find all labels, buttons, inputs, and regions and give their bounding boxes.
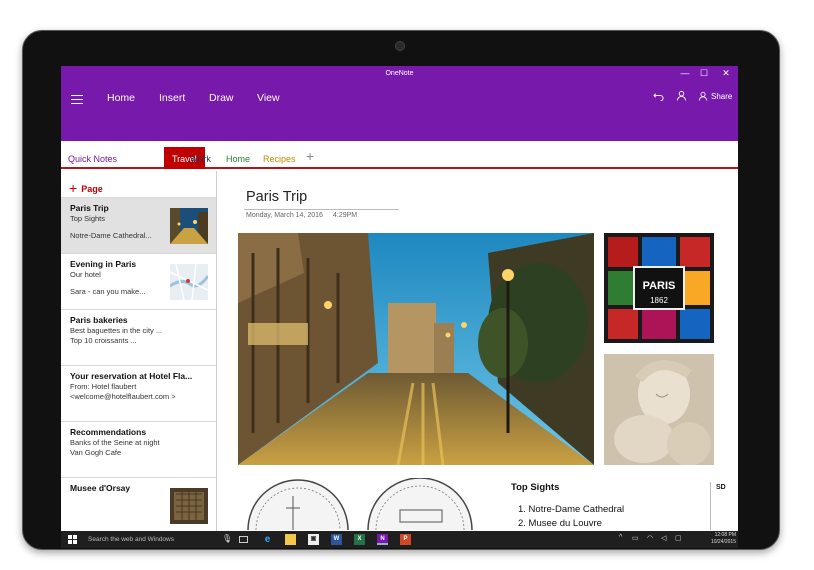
store-icon[interactable]: ▣ xyxy=(308,534,319,545)
hamburger-menu-icon[interactable] xyxy=(71,95,83,107)
page-list: + Page Paris Trip Top Sights Notre-Dame C… xyxy=(61,171,217,531)
close-button[interactable]: ✕ xyxy=(719,68,733,79)
title-bar: OneNote — ☐ ✕ Home Insert Draw View Shar… xyxy=(61,66,738,141)
add-page-label: Page xyxy=(81,184,103,194)
page-item-preview: Van Gogh Cafe xyxy=(70,448,122,457)
page-thumbnail xyxy=(170,208,208,244)
top-sights-heading[interactable]: Top Sights xyxy=(511,482,559,493)
tablet-device: OneNote — ☐ ✕ Home Insert Draw View Shar… xyxy=(22,30,780,550)
microphone-icon[interactable]: 🎙 xyxy=(222,534,232,543)
powerpoint-icon[interactable]: P xyxy=(400,534,411,545)
task-view-icon[interactable] xyxy=(239,536,248,543)
file-explorer-icon[interactable] xyxy=(285,534,296,545)
page-item-title: Recommendations xyxy=(70,427,147,437)
plus-icon: + xyxy=(69,180,78,196)
excel-icon[interactable]: X xyxy=(354,534,365,545)
camera-lens xyxy=(395,41,405,51)
word-icon[interactable]: W xyxy=(331,534,342,545)
page-item-paris-trip[interactable]: Paris Trip Top Sights Notre-Dame Cathedr… xyxy=(61,197,216,253)
page-item-evening-in-paris[interactable]: Evening in Paris Our hotel Sara - can yo… xyxy=(61,253,216,309)
page-date: Monday, March 14, 2016 xyxy=(246,212,323,219)
show-hidden-icons-icon[interactable]: ^ xyxy=(619,534,622,541)
taskbar-search-box[interactable]: Search the web and Windows xyxy=(88,536,174,543)
map-thumbnail xyxy=(170,264,208,300)
add-section-button[interactable]: + xyxy=(306,148,314,164)
undo-icon[interactable] xyxy=(653,90,664,104)
clock-time: 12:08 PM xyxy=(714,532,736,538)
side-note-label[interactable]: SD xyxy=(716,484,726,491)
maximize-button[interactable]: ☐ xyxy=(697,68,711,79)
page-item-musee-dorsay[interactable]: Musee d'Orsay xyxy=(61,477,216,531)
share-icon[interactable] xyxy=(698,91,708,104)
wifi-icon[interactable]: ◠ xyxy=(647,534,653,542)
page-thumbnail xyxy=(170,488,208,524)
coin-sketch[interactable] xyxy=(238,478,498,530)
page-item-preview: From: Hotel flaubert xyxy=(70,382,137,391)
page-item-recommendations[interactable]: Recommendations Banks of the Seine at ni… xyxy=(61,421,216,477)
page-item-hotel-reservation[interactable]: Your reservation at Hotel Fla... From: H… xyxy=(61,365,216,421)
sculpture-photo[interactable] xyxy=(604,354,714,465)
top-sights-list[interactable]: 1. Notre-Dame Cathedral 2. Musee du Louv… xyxy=(518,503,624,531)
sign-text: PARIS xyxy=(643,280,676,292)
clock-date: 10/24/2015 xyxy=(710,539,736,545)
page-time: 4:29PM xyxy=(333,212,358,219)
tab-work[interactable]: Work xyxy=(190,154,211,164)
title-divider xyxy=(244,209,399,210)
menu-draw[interactable]: Draw xyxy=(209,92,234,104)
notifications-icon[interactable]: ▢ xyxy=(675,534,682,542)
windows-taskbar: Search the web and Windows 🎙 e ▣ W X N P… xyxy=(61,531,738,548)
paris-sign-stained-glass-photo[interactable]: PARIS 1862 xyxy=(604,233,714,343)
tab-recipes[interactable]: Recipes xyxy=(263,154,296,164)
page-item-paris-bakeries[interactable]: Paris bakeries Best baguettes in the cit… xyxy=(61,309,216,365)
page-item-preview: Banks of the Seine at night xyxy=(70,438,160,447)
app-title: OneNote xyxy=(385,70,414,77)
onenote-icon[interactable]: N xyxy=(377,534,388,545)
page-item-preview: Top 10 croissants ... xyxy=(70,336,137,345)
page-item-preview: Best baguettes in the city ... xyxy=(70,326,163,335)
menu-view[interactable]: View xyxy=(257,92,280,104)
windows-start-icon[interactable] xyxy=(68,535,77,544)
minimize-button[interactable]: — xyxy=(678,68,692,78)
menu-insert[interactable]: Insert xyxy=(159,92,185,104)
add-page-button[interactable]: + Page xyxy=(69,179,103,196)
screen: OneNote — ☐ ✕ Home Insert Draw View Shar… xyxy=(61,66,738,548)
page-item-title: Paris bakeries xyxy=(70,315,128,325)
sign-year: 1862 xyxy=(650,296,668,305)
section-tabs: Quick Notes Travel Work Home Recipes + xyxy=(61,141,738,169)
person-icon[interactable] xyxy=(676,90,687,104)
battery-icon[interactable]: ▭ xyxy=(632,534,639,542)
tab-home[interactable]: Home xyxy=(226,154,250,164)
notebook-quick-notes[interactable]: Quick Notes xyxy=(68,154,117,164)
list-item: 1. Notre-Dame Cathedral xyxy=(518,504,625,515)
menu-home[interactable]: Home xyxy=(107,92,135,104)
page-item-title: Your reservation at Hotel Fla... xyxy=(70,371,193,381)
volume-icon[interactable]: ◁ xyxy=(661,534,666,542)
page-item-preview: <welcome@hotelflaubert.com > xyxy=(70,392,176,401)
list-item: 2. Musee du Louvre xyxy=(518,518,602,529)
share-button[interactable]: Share xyxy=(711,92,732,101)
edge-icon[interactable]: e xyxy=(262,534,273,545)
page-title[interactable]: Paris Trip xyxy=(246,189,307,205)
taskbar-clock[interactable]: 12:08 PM 10/24/2015 xyxy=(704,532,736,546)
note-container-divider xyxy=(710,482,711,530)
paris-street-photo[interactable] xyxy=(238,233,594,465)
